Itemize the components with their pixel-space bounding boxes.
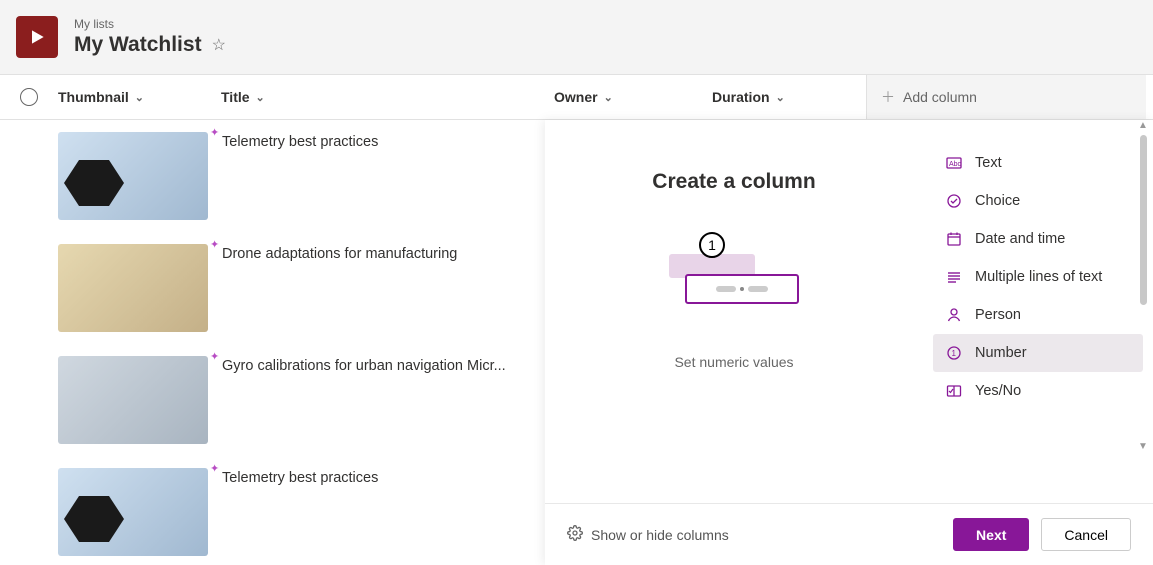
chevron-down-icon: ⌄: [135, 91, 144, 104]
select-all-toggle[interactable]: [20, 88, 38, 106]
row-title[interactable]: ✦Gyro calibrations for urban navigation …: [222, 356, 506, 444]
cancel-button[interactable]: Cancel: [1041, 518, 1131, 551]
column-header-row: Thumbnail⌄ Title⌄ Owner⌄ Duration⌄ ＋Add …: [0, 75, 1153, 120]
row-title[interactable]: ✦Telemetry best practices: [222, 468, 378, 556]
column-header-title[interactable]: Title⌄: [221, 89, 554, 105]
row-title[interactable]: ✦Telemetry best practices: [222, 132, 378, 220]
chevron-down-icon: ⌄: [256, 91, 265, 104]
type-label: Choice: [975, 193, 1020, 209]
chevron-down-icon: ⌄: [604, 91, 613, 104]
breadcrumb[interactable]: My lists: [74, 17, 226, 31]
column-type-number[interactable]: 1 Number: [933, 334, 1143, 372]
type-label: Yes/No: [975, 383, 1021, 399]
type-label: Multiple lines of text: [975, 269, 1102, 285]
spark-icon: ✦: [210, 462, 219, 475]
show-hide-columns-link[interactable]: Show or hide columns: [567, 525, 729, 544]
type-label: Person: [975, 307, 1021, 323]
row-title[interactable]: ✦Drone adaptations for manufacturing: [222, 244, 457, 332]
column-type-choice[interactable]: Choice: [933, 182, 1143, 220]
spark-icon: ✦: [210, 238, 219, 251]
spark-icon: ✦: [210, 126, 219, 139]
list-item[interactable]: ✦Gyro calibrations for urban navigation …: [0, 344, 545, 456]
column-type-yesno[interactable]: Yes/No: [933, 372, 1143, 410]
column-header-thumbnail[interactable]: Thumbnail⌄: [58, 89, 221, 105]
scroll-down-arrow-icon[interactable]: ▼: [1138, 441, 1148, 452]
row-thumbnail[interactable]: [58, 468, 208, 556]
text-icon: Abc: [945, 154, 963, 172]
next-button[interactable]: Next: [953, 518, 1029, 551]
preview-description: Set numeric values: [674, 354, 793, 370]
choice-icon: [945, 192, 963, 210]
person-icon: [945, 306, 963, 324]
row-thumbnail[interactable]: [58, 244, 208, 332]
number-preview-graphic: 1: [669, 244, 799, 324]
list-rows: ✦Telemetry best practices ✦Drone adaptat…: [0, 120, 545, 565]
yesno-icon: [945, 382, 963, 400]
column-type-person[interactable]: Person: [933, 296, 1143, 334]
column-type-text[interactable]: Abc Text: [933, 144, 1143, 182]
scrollbar[interactable]: ▲ ▼: [1133, 120, 1153, 452]
number-icon: 1: [945, 344, 963, 362]
column-header-owner[interactable]: Owner⌄: [554, 89, 712, 105]
list-item[interactable]: ✦Telemetry best practices: [0, 120, 545, 232]
plus-icon: ＋: [881, 87, 895, 107]
type-label: Number: [975, 345, 1027, 361]
type-label: Text: [975, 155, 1002, 171]
svg-text:1: 1: [952, 349, 957, 358]
row-thumbnail[interactable]: [58, 356, 208, 444]
panel-title: Create a column: [652, 170, 815, 194]
list-item[interactable]: ✦Drone adaptations for manufacturing: [0, 232, 545, 344]
add-column-button[interactable]: ＋Add column: [866, 75, 1146, 119]
type-label: Date and time: [975, 231, 1065, 247]
favorite-star-icon[interactable]: ☆: [212, 35, 226, 55]
list-item[interactable]: ✦Telemetry best practices: [0, 456, 545, 565]
page-title: My Watchlist: [74, 33, 202, 57]
create-column-panel: Create a column 1 Set numeric values Abc…: [545, 120, 1153, 565]
column-header-duration[interactable]: Duration⌄: [712, 89, 866, 105]
spark-icon: ✦: [210, 350, 219, 363]
chevron-down-icon: ⌄: [776, 91, 785, 104]
gear-icon: [567, 525, 583, 544]
page-header: My lists My Watchlist ☆: [0, 0, 1153, 75]
scroll-up-arrow-icon[interactable]: ▲: [1138, 120, 1148, 131]
multiline-icon: [945, 268, 963, 286]
list-app-icon: [16, 16, 58, 58]
column-type-list: Abc Text Choice Date and time Multiple lines…: [923, 120, 1153, 503]
row-thumbnail[interactable]: [58, 132, 208, 220]
column-type-datetime[interactable]: Date and time: [933, 220, 1143, 258]
datetime-icon: [945, 230, 963, 248]
column-type-multiline[interactable]: Multiple lines of text: [933, 258, 1143, 296]
svg-text:Abc: Abc: [949, 161, 962, 168]
column-type-preview: Create a column 1 Set numeric values: [545, 120, 923, 503]
